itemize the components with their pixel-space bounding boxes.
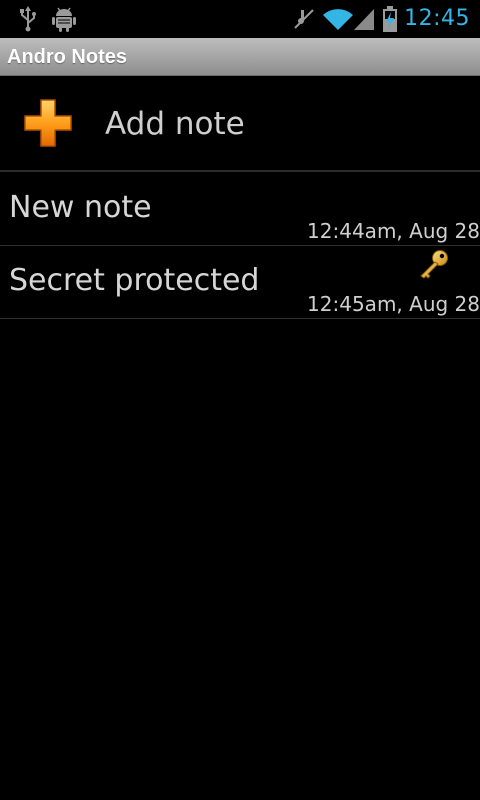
note-title: Secret protected bbox=[9, 263, 260, 298]
plus-icon bbox=[22, 97, 74, 149]
add-note-label: Add note bbox=[105, 106, 245, 142]
key-icon bbox=[418, 249, 450, 279]
title-bar: Andro Notes bbox=[0, 38, 480, 76]
add-note-button[interactable]: Add note bbox=[0, 76, 480, 172]
status-bar: 12:45 bbox=[0, 0, 480, 38]
note-item-secret-protected[interactable]: Secret protected 12:45am, Aug 28 bbox=[0, 246, 480, 319]
note-item-new-note[interactable]: New note 12:44am, Aug 28 bbox=[0, 173, 480, 246]
clock: 12:45 bbox=[404, 6, 470, 31]
usb-icon bbox=[18, 0, 38, 38]
mute-icon bbox=[292, 0, 316, 38]
note-title: New note bbox=[9, 190, 152, 225]
note-date: 12:45am, Aug 28 bbox=[307, 292, 480, 316]
battery-charging-icon bbox=[381, 0, 399, 38]
app-title: Andro Notes bbox=[7, 46, 127, 68]
signal-icon bbox=[352, 0, 376, 38]
android-debug-icon bbox=[51, 0, 77, 38]
note-date: 12:44am, Aug 28 bbox=[307, 219, 480, 243]
wifi-icon bbox=[322, 0, 354, 38]
